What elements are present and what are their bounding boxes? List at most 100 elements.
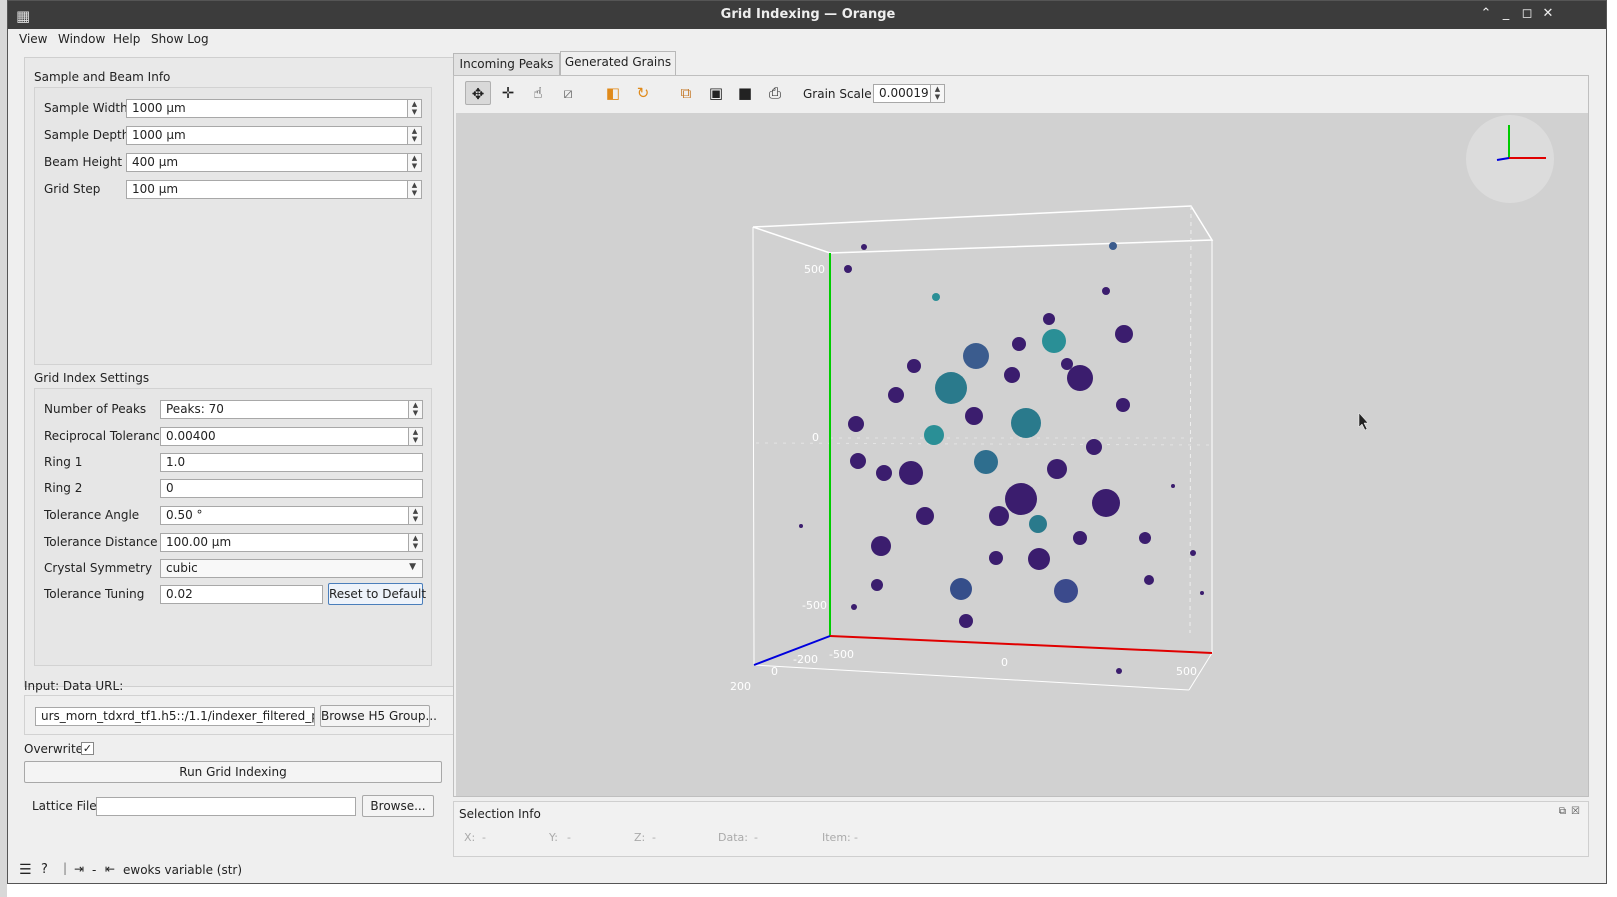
z-tick-200: 200 — [730, 680, 751, 693]
z-tick-neg200: -200 — [793, 653, 818, 666]
grain-scale-stepper[interactable]: ▲ ▼ — [931, 84, 945, 103]
tab-incoming-peaks[interactable]: Incoming Peaks — [453, 53, 560, 75]
reset-view-icon[interactable]: ↻ — [630, 81, 656, 105]
sample-width-label: Sample Width — [44, 101, 128, 115]
sample-width-stepper[interactable]: ▲ ▼ — [408, 99, 422, 118]
lattice-browse-button[interactable]: Browse... — [362, 795, 434, 817]
grain-scale-input[interactable]: 0.00019 — [873, 84, 931, 103]
ring1-label: Ring 1 — [44, 455, 83, 469]
tab-generated-grains[interactable]: Generated Grains — [560, 51, 676, 75]
reset-default-button[interactable]: Reset to Default — [328, 583, 426, 605]
sample-beam-group: Sample Width 1000 µm ▲ ▼ Sample Depth 100… — [34, 87, 432, 365]
float-panel-icon[interactable]: ⧉ — [1559, 806, 1566, 817]
grid-step-input[interactable]: 100 µm — [126, 180, 408, 199]
grid-step-stepper[interactable]: ▲ ▼ — [408, 180, 422, 199]
grid-index-title: Grid Index Settings — [34, 371, 150, 385]
output-icon[interactable]: ⇤ — [105, 862, 115, 876]
sample-width-input[interactable]: 1000 µm — [126, 99, 408, 118]
ring2-label: Ring 2 — [44, 481, 83, 495]
lattice-file-input[interactable] — [96, 797, 356, 816]
beam-height-stepper[interactable]: ▲ ▼ — [408, 153, 422, 172]
recip-tol-stepper[interactable]: ▲ ▼ — [409, 427, 423, 446]
tol-distance-input[interactable]: 100.00 µm — [160, 533, 409, 552]
grain — [1190, 550, 1196, 556]
sample-depth-stepper[interactable]: ▲ ▼ — [408, 126, 422, 145]
close-panel-icon[interactable]: ☒ — [1571, 806, 1580, 817]
num-peaks-input[interactable]: Peaks: 70 — [160, 400, 409, 419]
grain — [888, 387, 904, 403]
run-grid-indexing-button[interactable]: Run Grid Indexing — [24, 761, 442, 783]
tol-tuning-input[interactable]: 0.02 — [160, 585, 323, 604]
window-title: Grid Indexing — Orange — [720, 7, 896, 22]
hand-icon[interactable]: ☝ — [525, 81, 551, 105]
sample-beam-title: Sample and Beam Info — [34, 70, 171, 84]
sel-y-label: Y: — [549, 831, 558, 844]
x-tick-500: 500 — [1176, 665, 1197, 678]
grain — [1047, 459, 1067, 479]
plane-select-icon[interactable]: ⧄ — [555, 81, 581, 105]
tol-angle-label: Tolerance Angle — [44, 508, 140, 522]
sel-y-value: - — [567, 831, 571, 844]
ring2-input[interactable]: 0 — [160, 479, 423, 498]
minimize-icon[interactable]: _ — [1497, 6, 1515, 21]
sample-depth-input[interactable]: 1000 µm — [126, 126, 408, 145]
maximize-icon[interactable]: ◻ — [1518, 6, 1536, 21]
sample-depth-label: Sample Depth — [44, 128, 130, 142]
print-icon[interactable]: ⎙ — [762, 81, 788, 105]
tol-distance-stepper[interactable]: ▲ ▼ — [409, 533, 423, 552]
grain — [907, 359, 921, 373]
selection-info-title: Selection Info — [459, 807, 541, 821]
overwrite-checkbox[interactable]: ✓ — [81, 742, 94, 755]
grain — [1171, 484, 1175, 488]
status-bar: ☰ ? | ⇥ - ⇤ ewoks variable (str) — [8, 859, 468, 883]
data-url-input[interactable]: urs_morn_tdxrd_tf1.h5::/1.1/indexer_filt… — [35, 707, 315, 726]
menu-icon[interactable]: ☰ — [19, 862, 32, 878]
plot-area[interactable]: 500 0 -500 -500 0 500 -200 0 200 — [456, 113, 1588, 796]
grid-index-group: Number of Peaks Peaks: 70 ▲ ▼ Reciprocal … — [34, 388, 432, 666]
scene-svg[interactable]: 500 0 -500 -500 0 500 -200 0 200 — [456, 113, 1588, 796]
grain — [916, 507, 934, 525]
orientation-gizmo — [1466, 115, 1554, 203]
desktop-edge — [0, 0, 7, 897]
num-peaks-stepper[interactable]: ▲ ▼ — [409, 400, 423, 419]
grain — [932, 293, 940, 301]
close-icon[interactable]: ✕ — [1539, 6, 1557, 21]
grain — [848, 416, 864, 432]
tol-angle-input[interactable]: 0.50 ° — [160, 506, 409, 525]
menu-show-log[interactable]: Show Log — [151, 32, 209, 46]
input-icon[interactable]: ⇥ — [74, 862, 84, 876]
save-icon[interactable]: ▣ — [703, 81, 729, 105]
menu-view[interactable]: View — [19, 32, 47, 46]
browse-h5-button[interactable]: Browse H5 Group... — [320, 705, 437, 727]
copy-icon[interactable]: ⧉ — [673, 81, 699, 105]
tol-tuning-label: Tolerance Tuning — [44, 587, 145, 601]
video-icon[interactable]: ■ — [732, 81, 758, 105]
chevron-down-icon: ▼ — [409, 562, 416, 572]
sel-data-value: - — [754, 831, 758, 844]
z-tick-0: 0 — [771, 665, 778, 678]
pan-mode-icon[interactable]: ✛ — [495, 81, 521, 105]
crystal-sym-value: cubic — [166, 561, 198, 575]
sel-item-value: - — [854, 831, 858, 844]
x-axis — [829, 635, 1213, 654]
tol-angle-stepper[interactable]: ▲ ▼ — [409, 506, 423, 525]
rotate-mode-icon[interactable]: ✥ — [465, 81, 491, 105]
help-icon[interactable]: ? — [41, 862, 48, 877]
ring1-input[interactable]: 1.0 — [160, 453, 423, 472]
x-tick-neg500: -500 — [829, 648, 854, 661]
lattice-file-label: Lattice File — [32, 799, 97, 813]
menu-window[interactable]: Window — [58, 32, 105, 46]
z-axis — [753, 635, 831, 666]
title-bar: ▦ Grid Indexing — Orange ⌃ _ ◻ ✕ — [8, 1, 1606, 29]
shade-icon[interactable]: ⌃ — [1477, 6, 1495, 21]
grain — [861, 244, 867, 250]
menu-help[interactable]: Help — [113, 32, 140, 46]
beam-height-label: Beam Height — [44, 155, 123, 169]
grain — [1092, 489, 1120, 517]
recip-tol-label: Reciprocal Tolerance — [44, 429, 168, 443]
crystal-sym-select[interactable]: cubic ▼ — [160, 559, 423, 578]
grain — [1116, 398, 1130, 412]
cube-view-icon[interactable]: ◧ — [600, 81, 626, 105]
beam-height-input[interactable]: 400 µm — [126, 153, 408, 172]
recip-tol-input[interactable]: 0.00400 — [160, 427, 409, 446]
